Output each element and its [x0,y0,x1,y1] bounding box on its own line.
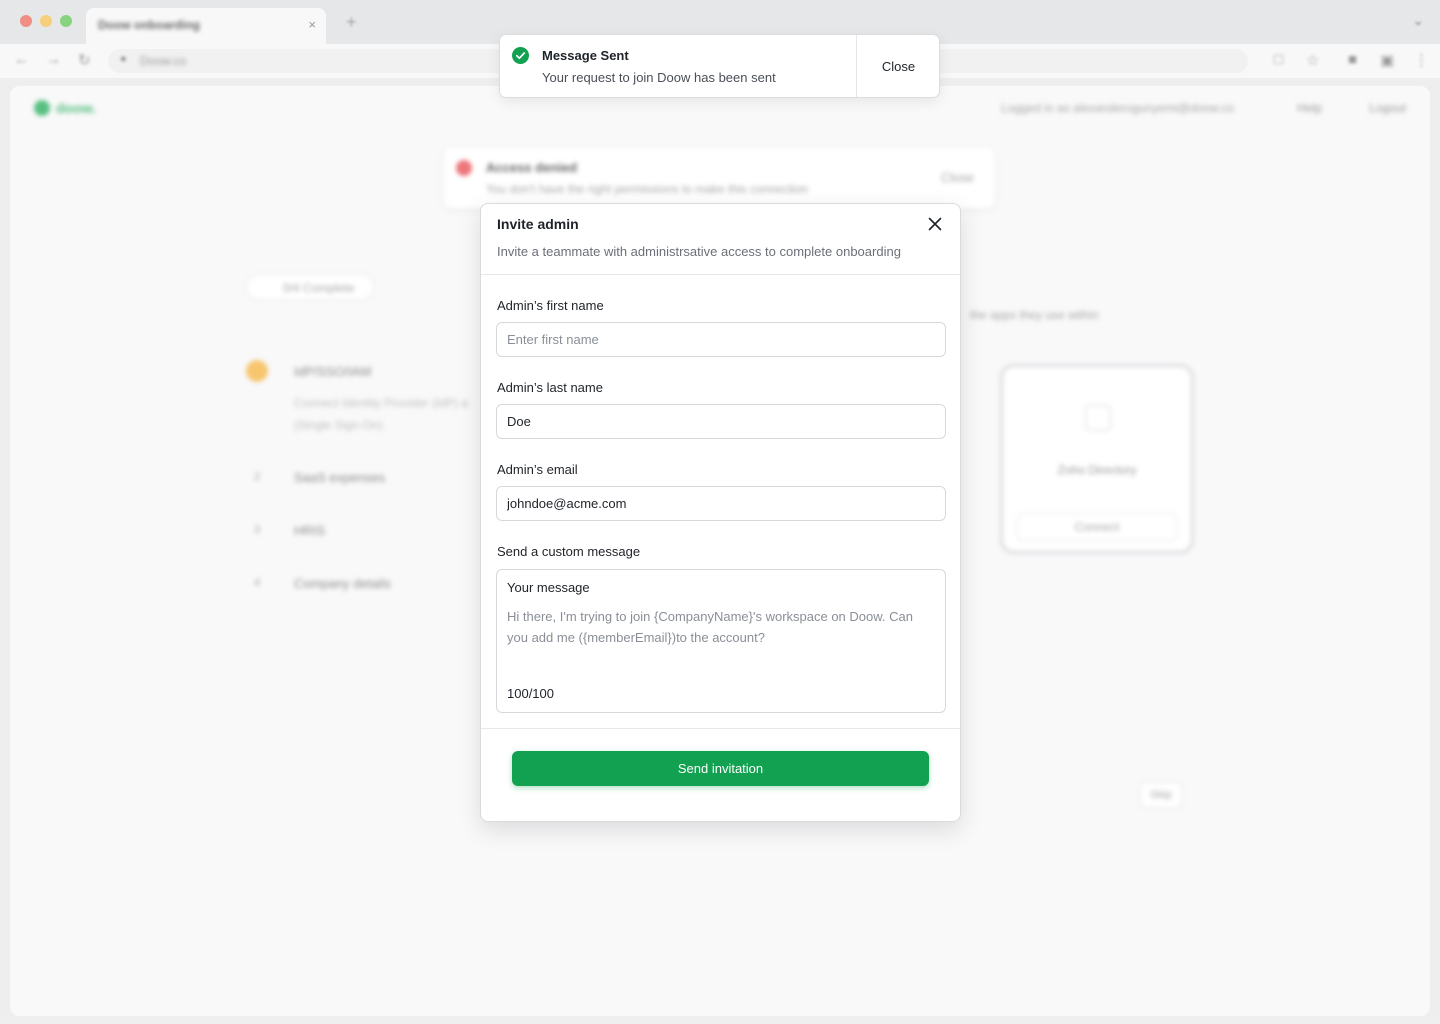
message-sent-toast: Message Sent Your request to join Doow h… [499,34,940,98]
divider [481,728,960,729]
email-input[interactable] [496,486,946,521]
toast-close-button[interactable]: Close [857,35,940,97]
first-name-label: Admin’s first name [497,298,604,313]
custom-message-label: Send a custom message [497,544,641,559]
send-invitation-button[interactable]: Send invitation [512,751,929,786]
invite-admin-modal: Invite admin Invite a teammate with admi… [480,203,961,822]
modal-title: Invite admin [497,216,579,232]
close-icon[interactable] [925,214,945,234]
message-box: Your message Hi there, I'm trying to joi… [496,569,946,713]
character-count: 100/100 [507,686,554,701]
first-name-input[interactable] [496,322,946,357]
custom-message-textarea[interactable]: Hi there, I'm trying to join {CompanyNam… [507,606,935,672]
last-name-input[interactable] [496,404,946,439]
toast-title: Message Sent [542,48,629,63]
message-box-label: Your message [507,580,590,595]
success-check-icon [512,47,529,64]
divider [481,274,960,275]
toast-message: Your request to join Doow has been sent [542,70,776,85]
modal-subtitle: Invite a teammate with administrsative a… [497,244,901,259]
email-label: Admin’s email [497,462,578,477]
last-name-label: Admin’s last name [497,380,603,395]
